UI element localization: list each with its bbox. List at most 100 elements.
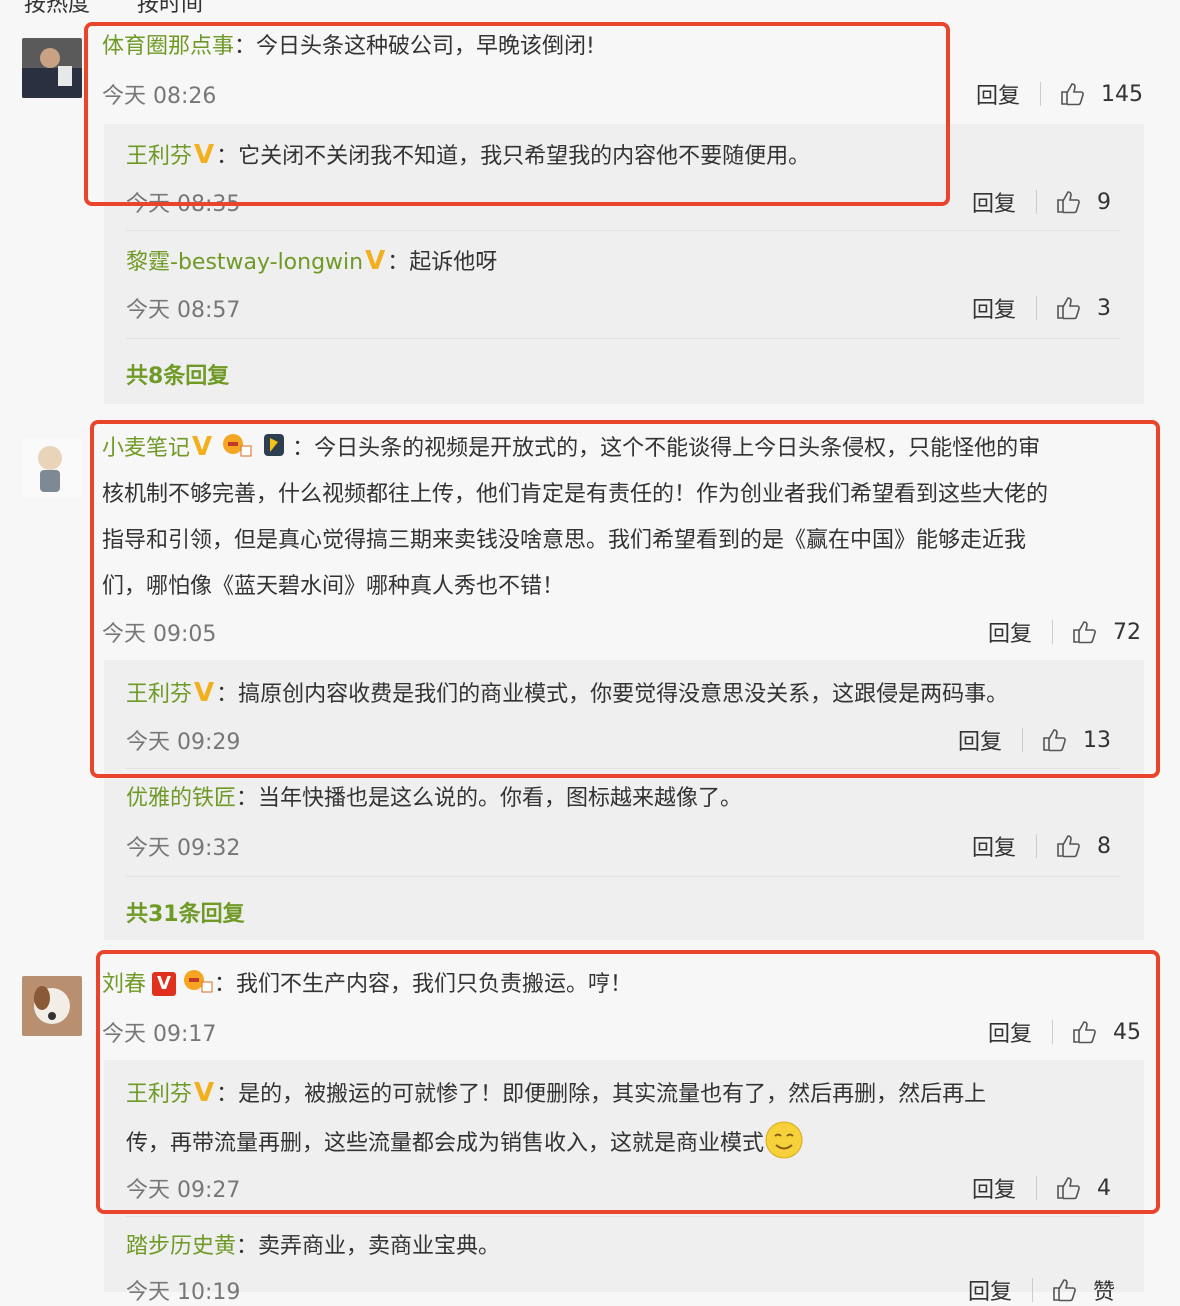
reply-actions: 回复 13 [958,724,1111,756]
divider [1036,296,1038,320]
comment-text: 刘春 V ：我们不生产内容，我们只负责搬运。哼！ [102,962,632,1008]
reply-actions: 回复 3 [972,292,1111,324]
like-count: 72 [1113,619,1142,645]
divider [126,768,1120,769]
avatar[interactable] [22,38,82,98]
comment-time: 今天 09:17 [102,1022,217,1047]
thumbs-up-icon [1053,1279,1076,1302]
reply-text: 王利芬V：它关闭不关闭我不知道，我只希望我的内容他不要随便用。 [126,132,810,180]
like-count: 13 [1083,727,1112,753]
sort-by-time[interactable]: 按时间 [137,0,203,17]
like-button[interactable]: 8 [1055,833,1111,859]
gold-badge-icon [264,434,285,456]
reply-time: 今天 08:57 [126,298,241,323]
thumbs-up-icon [1073,1021,1096,1044]
comment-time: 今天 08:26 [102,84,217,109]
reply-username[interactable]: 黎霆-bestway-longwin [126,250,363,275]
smile-emoji-icon [765,1121,803,1159]
divider [1040,82,1042,106]
verified-v-icon: V [194,140,215,170]
comment-actions: 回复 72 [988,616,1141,648]
reply-text: 踏步历史黄：卖弄商业，卖商业宝典。 [126,1234,501,1259]
reply-username[interactable]: 王利芬 [126,682,192,707]
like-count: 45 [1113,1019,1142,1045]
like-button[interactable]: 72 [1071,619,1141,645]
divider [126,338,1120,339]
reply-username[interactable]: 王利芬 [126,1082,192,1107]
more-replies-link[interactable]: 共31条回复 [126,896,245,928]
thumbs-up-icon [1057,297,1080,320]
reply-username[interactable]: 踏步历史黄 [126,1234,236,1259]
like-count: 4 [1097,1175,1112,1201]
reply-button[interactable]: 回复 [968,1274,1012,1306]
reply-actions: 回复 4 [972,1172,1111,1204]
like-button[interactable]: 145 [1059,81,1143,107]
sort-by-hot[interactable]: 按热度 [24,0,90,17]
reply-button[interactable]: 回复 [988,1016,1032,1048]
thumbs-up-icon [1057,191,1080,214]
divider [1052,1020,1054,1044]
divider [126,1216,1120,1217]
divider [1036,1176,1038,1200]
reply-button[interactable]: 回复 [976,78,1020,110]
thumbs-up-icon [1061,83,1084,106]
like-count: 145 [1101,81,1144,107]
comment-username[interactable]: 刘春 [102,972,146,997]
verified-v-red-icon: V [152,972,177,996]
comment-text: 体育圈那点事：今日头条这种破公司，早晚该倒闭! [102,34,595,59]
reply-button[interactable]: 回复 [972,830,1016,862]
like-button[interactable]: 4 [1055,1175,1111,1201]
fan-badge-icon [223,434,252,457]
like-button[interactable]: 9 [1055,189,1111,215]
reply-text: 优雅的铁匠：当年快播也是这么说的。你看，图标越来越像了。 [126,786,743,811]
thumbs-up-icon [1043,729,1066,752]
divider [1052,620,1054,644]
like-count: 赞 [1093,1280,1116,1305]
comment-username[interactable]: 体育圈那点事 [102,34,234,59]
comment-username[interactable]: 小麦笔记 [102,436,190,461]
like-button[interactable]: 13 [1041,727,1111,753]
divider [126,876,1120,877]
reply-button[interactable]: 回复 [972,186,1016,218]
reply-time: 今天 09:32 [126,836,241,861]
thumbs-up-icon [1057,1177,1080,1200]
reply-username[interactable]: 王利芬 [126,144,192,169]
comment-actions: 回复 45 [988,1016,1141,1048]
reply-button[interactable]: 回复 [988,616,1032,648]
reply-time: 今天 08:35 [126,192,241,217]
verified-v-icon: V [194,678,215,708]
reply-button[interactable]: 回复 [972,1172,1016,1204]
more-replies-link[interactable]: 共8条回复 [126,358,229,390]
comment-actions: 回复 145 [976,78,1143,110]
like-button[interactable]: 45 [1071,1019,1141,1045]
divider [126,230,1120,231]
avatar[interactable] [22,438,82,498]
reply-actions: 回复 9 [972,186,1111,218]
divider [1036,190,1038,214]
reply-actions: 回复 8 [972,830,1111,862]
divider [1036,834,1038,858]
fan-badge-icon [184,970,213,993]
avatar[interactable] [22,976,82,1036]
reply-time: 今天 09:27 [126,1178,241,1203]
reply-text: 王利芬V：搞原创内容收费是我们的商业模式，你要觉得没意思没关系，这跟侵是两码事。 [126,670,1008,718]
reply-text: 王利芬V：是的，被搬运的可就惨了！即便删除，其实流量也有了，然后再删，然后再上 … [126,1070,1126,1167]
thumbs-up-icon [1057,835,1080,858]
reply-time: 今天 10:19 [126,1280,241,1305]
sort-bar: 按热度 按时间 [24,0,243,18]
reply-button[interactable]: 回复 [958,724,1002,756]
reply-button[interactable]: 回复 [972,292,1016,324]
verified-v-icon: V [192,432,213,462]
like-button[interactable]: 赞 [1051,1274,1115,1306]
like-count: 3 [1097,295,1112,321]
verified-v-icon: V [365,246,386,276]
reply-time: 今天 09:29 [126,730,241,755]
reply-username[interactable]: 优雅的铁匠 [126,786,236,811]
verified-v-icon: V [194,1078,215,1108]
like-count: 8 [1097,833,1112,859]
like-button[interactable]: 3 [1055,295,1111,321]
comment-text: 小麦笔记V ：今日头条的视频是开放式的，这个不能谈得上今日头条侵权，只能怪他的审… [102,424,1142,610]
thumbs-up-icon [1073,621,1096,644]
divider [1022,728,1024,752]
divider [1032,1278,1034,1302]
